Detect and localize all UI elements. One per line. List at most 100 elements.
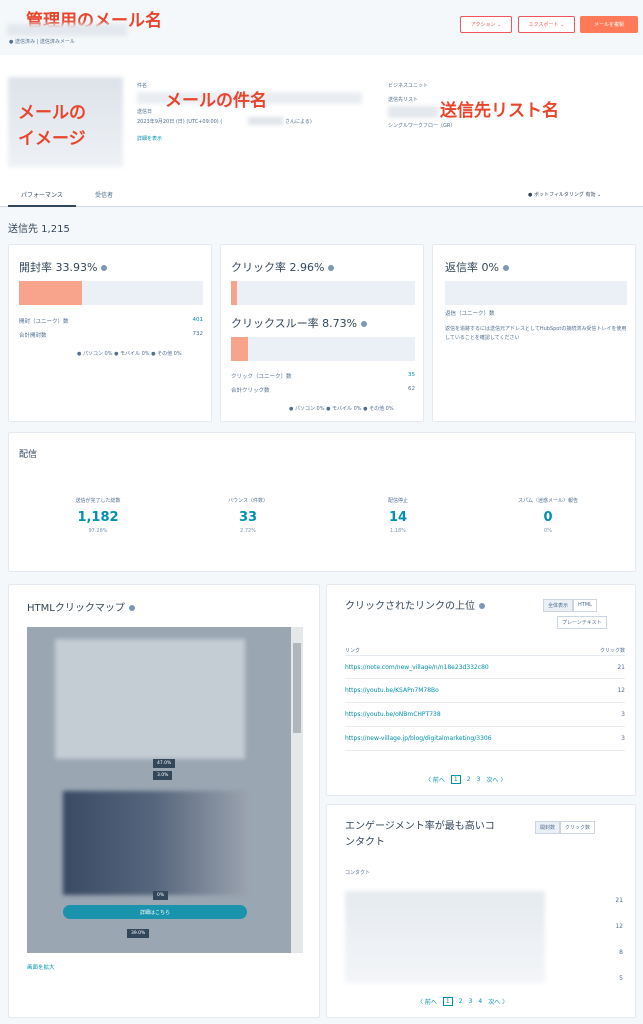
click-rows: クリック（ユニーク）数 35 合計クリック数 62	[231, 372, 415, 394]
sent-count: 送信先 1,215	[8, 224, 70, 235]
sent-by: さんによる)	[285, 119, 312, 125]
click-legend: ● パソコン 0% ● モバイル 0% ● その他 0%	[289, 406, 394, 412]
top-links-card: クリックされたリンクの上位 全体表示 HTML プレーンテキスト リンク クリック…	[326, 584, 636, 796]
mail-name-placeholder	[7, 24, 127, 36]
bar-fill	[19, 281, 82, 305]
tab-performance[interactable]: パフォーマンス	[8, 190, 76, 207]
engage-value: 5	[619, 975, 623, 982]
open-rate-bar	[19, 281, 203, 305]
engage-toggle: 開封数 クリック数	[535, 821, 596, 834]
click-badge: 3.0%	[153, 771, 173, 780]
prev-page[interactable]: 〈 前へ	[425, 775, 445, 784]
click-rate-title: クリック率 2.96%	[231, 259, 335, 275]
view-details-link[interactable]: 詳細を表示	[137, 135, 162, 142]
engage-value: 12	[615, 923, 623, 930]
clone-email-button[interactable]: メールを複製	[580, 16, 638, 33]
link-url[interactable]: https://new-village.jp/blog/digitalmarke…	[345, 735, 492, 742]
click-rate-card: クリック率 2.96% クリックスルー率 8.73% クリック（ユニーク）数 35…	[220, 244, 424, 422]
delivery-title: 配信	[19, 450, 38, 460]
bounced-stat: バウンス（件数） 33 2.72%	[228, 498, 268, 534]
click-map-title: HTMLクリックマップ	[27, 599, 135, 614]
reply-note: 返信を追跡するには送信元アドレスとしてHubSpotの接続済み受信トレイを使用し…	[445, 326, 627, 341]
reply-rate-bar	[445, 281, 627, 305]
scrollbar[interactable]	[291, 627, 303, 953]
export-button[interactable]: エクスポート ⌄	[518, 16, 575, 33]
top-links-title: クリックされたリンクの上位	[345, 599, 495, 615]
link-url[interactable]: https://youtu.be/KSAPn7M78Bo	[345, 687, 439, 694]
breadcrumb: ● 送信済み | 送信済みメール	[9, 39, 75, 45]
toggle-plain[interactable]: プレーンテキスト	[557, 616, 607, 629]
page-1[interactable]: 1	[450, 775, 461, 784]
table-row: https://youtu.be/oNBmCHPT738 3	[345, 703, 625, 727]
annotation-list-name: 送信先リスト名	[440, 101, 559, 121]
preview-block-top	[55, 639, 245, 759]
info-icon	[328, 265, 335, 271]
sent-date: 2023年9月20日 (日) (UTC+09:00) (	[137, 119, 223, 125]
bar-fill	[231, 281, 237, 305]
unsubscribed-stat: 配信停止 14 1.18%	[387, 498, 408, 534]
click-map-preview[interactable]: 47.0% 3.0% 0% 詳細はこちら 39.0%	[27, 627, 303, 953]
sent-label: 送信日	[137, 109, 153, 115]
reply-rate-title: 返信率 0%	[445, 259, 509, 275]
open-rate-rows: 開封（ユニーク）数 401 合計開封数 732	[19, 317, 203, 339]
sender-placeholder	[248, 117, 283, 125]
prev-page[interactable]: 〈 前へ	[417, 997, 437, 1006]
actions-button[interactable]: アクション ⌄	[460, 16, 512, 33]
contact-names-blurred	[345, 891, 545, 983]
plain-text-toggle: プレーンテキスト	[557, 616, 607, 629]
click-badge: 47.0%	[153, 759, 176, 768]
ctr-bar	[231, 337, 415, 361]
workflow-label: シングルワークフロー（GR）	[388, 123, 456, 129]
engaged-title: エンゲージメント率が最も高いコンタクト	[345, 821, 495, 848]
subject-label: 件名	[137, 83, 148, 89]
info-icon	[502, 265, 509, 271]
engage-value: 8	[619, 949, 623, 956]
info-icon	[101, 265, 108, 271]
scrollbar-thumb[interactable]	[293, 643, 301, 733]
page-3[interactable]: 3	[469, 998, 473, 1005]
info-icon	[361, 321, 368, 327]
spam-stat: スパム（迷惑メール）報告 0 0%	[517, 498, 578, 534]
click-rate-bar	[231, 281, 415, 305]
delivered-stat: 送信が完了した総数 1,182 97.28%	[75, 498, 121, 534]
link-url[interactable]: https://note.com/new_village/n/n18e23d33…	[345, 664, 489, 671]
tab-recipients[interactable]: 受信者	[84, 190, 124, 199]
open-rate-card: 開封率 33.93% 開封（ユニーク）数 401 合計開封数 732 ● パソコン …	[8, 244, 212, 422]
toggle-clicks[interactable]: クリック数	[560, 821, 596, 834]
col-contact: コンタクト	[345, 870, 371, 876]
toggle-all[interactable]: 全体表示	[543, 599, 574, 612]
page-1[interactable]: 1	[442, 997, 453, 1006]
reply-rows: 返信（ユニーク）数	[445, 311, 495, 317]
click-badge: 39.0%	[127, 929, 150, 938]
engage-value: 21	[615, 897, 623, 904]
next-page[interactable]: 次へ 〉	[486, 775, 506, 784]
expand-link[interactable]: 画面を拡大	[27, 963, 55, 971]
bot-filter-toggle[interactable]: ● ボットフィルタリング 有効 ⌄	[528, 191, 601, 198]
table-row: https://new-village.jp/blog/digitalmarke…	[345, 727, 625, 751]
recipients-label: 送信先リスト	[388, 97, 419, 103]
preview-cta-button: 詳細はこちら	[63, 905, 247, 919]
annotation-mail-image: メールの イメージ	[18, 103, 86, 149]
click-badge: 0%	[153, 891, 169, 900]
preview-image	[63, 791, 247, 895]
col-link: リンク	[345, 648, 361, 654]
engaged-contacts-card: エンゲージメント率が最も高いコンタクト 開封数 クリック数 コンタクト 21 12…	[326, 804, 636, 1018]
click-map-card: HTMLクリックマップ 47.0% 3.0% 0% 詳細はこちら 39.0% 画…	[8, 584, 320, 1018]
next-page[interactable]: 次へ 〉	[488, 997, 508, 1006]
table-row: https://note.com/new_village/n/n18e23d33…	[345, 655, 625, 679]
link-url[interactable]: https://youtu.be/oNBmCHPT738	[345, 711, 441, 718]
page-2[interactable]: 2	[459, 998, 463, 1005]
bar-fill	[231, 337, 248, 361]
reply-rate-card: 返信率 0% 返信（ユニーク）数 返信を追跡するには送信元アドレスとしてHubS…	[432, 244, 636, 422]
toggle-html[interactable]: HTML	[573, 599, 597, 612]
col-clicks: クリック数	[599, 648, 625, 654]
link-view-toggle: 全体表示 HTML	[543, 599, 597, 612]
toggle-opens[interactable]: 開封数	[535, 821, 561, 834]
page-4[interactable]: 4	[478, 998, 482, 1005]
annotation-subject: メールの件名	[165, 91, 267, 111]
page-2[interactable]: 2	[467, 776, 471, 783]
page-3[interactable]: 3	[477, 776, 481, 783]
table-row: https://youtu.be/KSAPn7M78Bo 12	[345, 679, 625, 703]
links-pagination: 〈 前へ 1 2 3 次へ 〉	[425, 775, 506, 784]
delivery-card: 配信 送信が完了した総数 1,182 97.28% バウンス（件数） 33 2.72% …	[8, 432, 636, 572]
